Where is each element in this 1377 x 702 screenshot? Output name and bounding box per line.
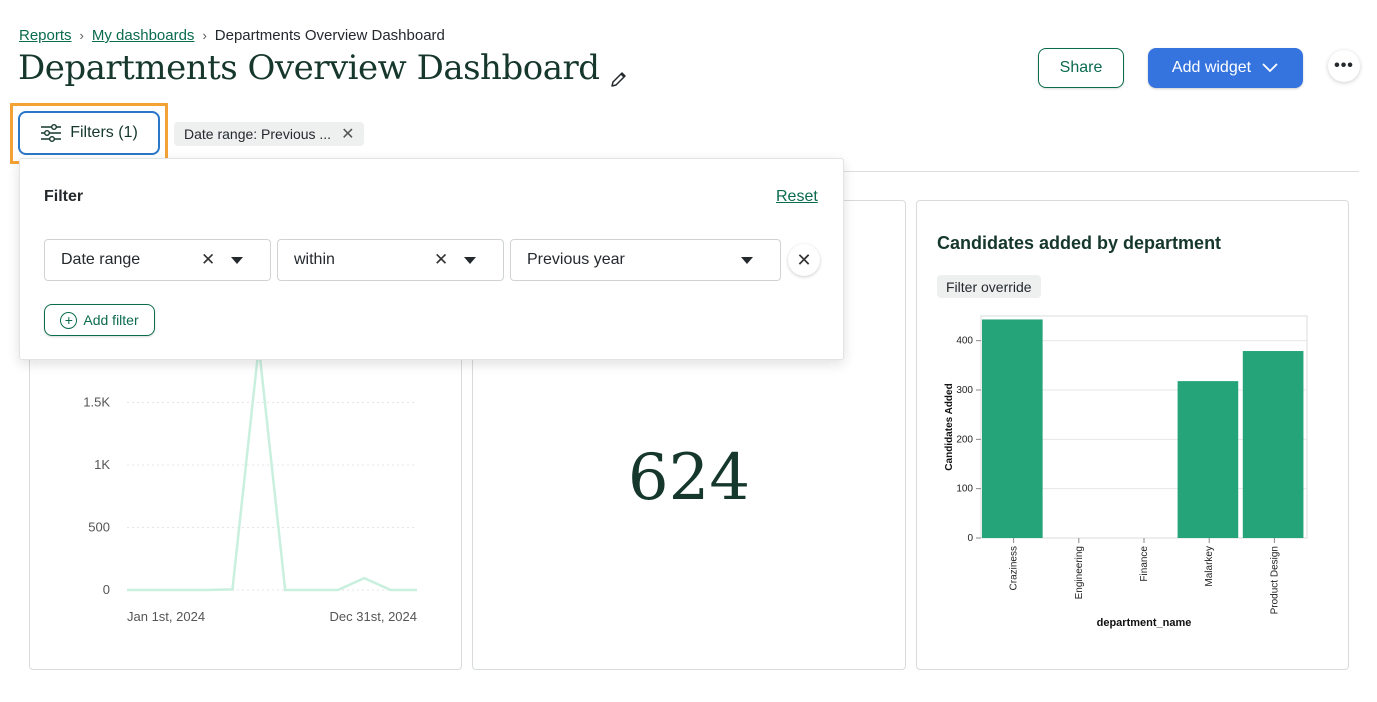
- sliders-icon: [41, 124, 62, 142]
- bar-chart: 0 100 200 300 400 Craziness Engineering Finance…: [944, 315, 1308, 629]
- share-button[interactable]: Share: [1038, 48, 1124, 88]
- close-icon: ✕: [796, 249, 812, 270]
- x-tick-label: Malarkey: [1204, 546, 1215, 587]
- add-filter-label: Add filter: [83, 312, 139, 328]
- breadcrumb-my-dashboards-link[interactable]: My dashboards: [92, 27, 195, 44]
- reset-link[interactable]: Reset: [776, 188, 818, 206]
- filter-field-value: Date range: [61, 251, 141, 268]
- x-tick-label: Product Design: [1269, 546, 1280, 614]
- count-value: 624: [627, 441, 751, 515]
- bar: [982, 319, 1043, 538]
- filters-button[interactable]: Filters (1): [18, 111, 160, 155]
- add-widget-button[interactable]: Add widget: [1148, 48, 1303, 88]
- chevron-down-icon: [1262, 63, 1278, 73]
- pencil-icon[interactable]: [609, 58, 629, 87]
- y-tick-label: 400: [956, 336, 973, 347]
- y-tick-label: 0: [967, 533, 973, 544]
- bar-chart-widget: Candidates added by department Filter ov…: [916, 200, 1349, 670]
- bar: [1177, 381, 1239, 538]
- filter-operator-select[interactable]: within ✕: [277, 239, 504, 281]
- x-axis-label: department_name: [1097, 617, 1192, 629]
- series-line: [127, 346, 417, 592]
- filter-popover-title: Filter: [44, 188, 84, 205]
- y-tick-label: 1.5K: [83, 395, 110, 410]
- y-tick-label: 500: [88, 520, 110, 535]
- caret-down-icon: [231, 256, 243, 264]
- y-tick-label: 1K: [94, 457, 110, 472]
- breadcrumb-reports-link[interactable]: Reports: [19, 27, 72, 44]
- filters-button-label: Filters (1): [70, 124, 138, 141]
- filter-value-select[interactable]: Previous year: [510, 239, 781, 281]
- y-tick-label: 200: [956, 434, 973, 445]
- filter-value-value: Previous year: [527, 251, 625, 268]
- x-tick-label: Dec 31st, 2024: [330, 609, 417, 624]
- x-tick-label: Engineering: [1074, 546, 1085, 599]
- remove-filter-button[interactable]: ✕: [788, 244, 820, 276]
- y-tick-label: 0: [103, 582, 110, 597]
- close-icon[interactable]: ✕: [341, 124, 354, 144]
- bar: [1242, 351, 1304, 538]
- y-tick-label: 100: [956, 484, 973, 495]
- breadcrumb: Reports › My dashboards › Departments Ov…: [19, 27, 445, 44]
- y-axis-label: Candidates Added: [944, 383, 955, 470]
- filter-operator-value: within: [294, 251, 335, 268]
- page-title-row: Departments Overview Dashboard: [18, 48, 629, 88]
- active-filter-chip-label: Date range: Previous ...: [184, 126, 332, 142]
- plus-circle-icon: +: [60, 311, 78, 329]
- chevron-right-icon: ›: [202, 28, 207, 43]
- more-options-button[interactable]: •••: [1328, 50, 1360, 82]
- filter-popover: Filter Reset Date range ✕ within ✕ Previ…: [19, 158, 844, 360]
- x-tick-label: Finance: [1139, 546, 1150, 582]
- breadcrumb-current: Departments Overview Dashboard: [214, 27, 445, 44]
- filter-field-select[interactable]: Date range ✕: [44, 239, 271, 281]
- add-filter-button[interactable]: + Add filter: [44, 304, 155, 336]
- clear-icon[interactable]: ✕: [201, 250, 215, 270]
- page-title: Departments Overview Dashboard: [18, 48, 600, 88]
- caret-down-icon: [741, 256, 753, 264]
- y-tick-label: 300: [956, 385, 973, 396]
- x-tick-label: Craziness: [1009, 546, 1020, 590]
- caret-down-icon: [464, 256, 476, 264]
- active-filter-chip[interactable]: Date range: Previous ... ✕: [174, 122, 365, 146]
- chevron-right-icon: ›: [79, 28, 84, 43]
- add-widget-label: Add widget: [1171, 59, 1252, 76]
- x-tick-label: Jan 1st, 2024: [127, 609, 205, 624]
- header-divider: [843, 171, 1359, 172]
- clear-icon[interactable]: ✕: [434, 250, 448, 270]
